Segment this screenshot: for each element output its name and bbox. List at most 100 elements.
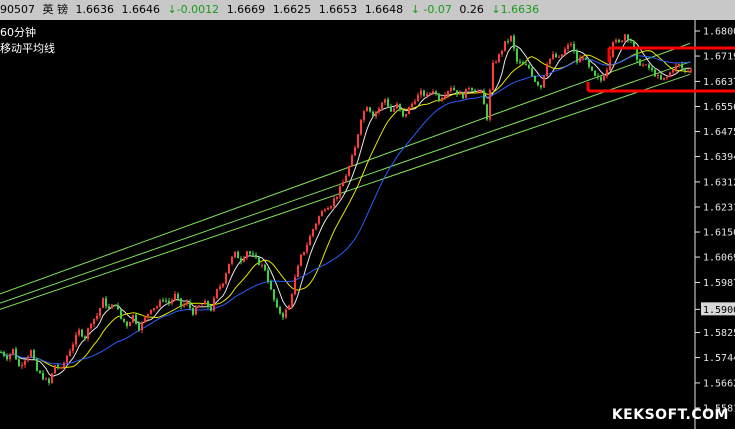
candle-body <box>39 370 41 373</box>
candle-body <box>177 294 179 299</box>
candle-body <box>30 350 32 357</box>
candle-body <box>288 305 290 310</box>
y-tick-label: 1.5900 <box>703 305 735 316</box>
candle-body <box>678 64 680 66</box>
y-tick-label: 1.5825 <box>703 328 735 339</box>
candle-body <box>171 299 173 304</box>
price-chart[interactable]: 1.6800 1.6719 1.6637 1.6556 1.6475 1.6394 1.63… <box>0 0 735 429</box>
y-tick-label: 1.6719 <box>703 52 735 63</box>
candle-body <box>261 264 263 266</box>
candle-body <box>390 106 392 112</box>
candle-body <box>210 306 212 311</box>
candle-body <box>213 298 215 311</box>
candle-body <box>507 41 509 43</box>
candle-body <box>582 57 584 59</box>
candle-body <box>618 39 620 43</box>
candle-body <box>459 92 461 95</box>
candle-body <box>396 103 398 109</box>
candle-body <box>321 211 323 217</box>
candle-body <box>48 378 50 384</box>
candle-body <box>144 317 146 323</box>
candle-body <box>9 353 11 360</box>
candle-body <box>660 75 662 80</box>
candle-body <box>588 59 590 67</box>
candle-body <box>666 76 668 78</box>
candle-body <box>423 90 425 96</box>
candle-body <box>486 104 488 120</box>
candle-body <box>672 69 674 73</box>
candle-body <box>180 298 182 307</box>
candle-body <box>408 107 410 115</box>
candle-body <box>348 166 350 176</box>
candle-body <box>312 229 314 237</box>
candle-body <box>405 114 407 117</box>
y-tick-label: 1.6394 <box>703 152 735 163</box>
candle-body <box>141 322 143 331</box>
candle-body <box>498 54 500 62</box>
candle-body <box>597 75 599 78</box>
candle-body <box>648 64 650 69</box>
candle-body <box>429 93 431 95</box>
candle-body <box>360 119 362 135</box>
candle-body <box>402 110 404 117</box>
candle-body <box>513 35 515 49</box>
candle-body <box>336 196 338 199</box>
candle-body <box>318 216 320 224</box>
candle-body <box>531 68 533 77</box>
period-label: 60分钟 <box>0 26 36 39</box>
candle-body <box>300 254 302 266</box>
candle-body <box>165 300 167 302</box>
candle-body <box>81 329 83 337</box>
candle-body <box>21 364 23 367</box>
candle-body <box>393 108 395 112</box>
candle-body <box>522 62 524 65</box>
candle-body <box>420 90 422 95</box>
candle-body <box>303 251 305 255</box>
candle-body <box>456 90 458 95</box>
candle-body <box>501 50 503 55</box>
candle-body <box>243 257 245 262</box>
candle-body <box>450 87 452 92</box>
candle-body <box>120 309 122 319</box>
candle-body <box>15 348 17 360</box>
candle-body <box>351 155 353 167</box>
candle-body <box>51 373 53 384</box>
candle-body <box>168 300 170 304</box>
candle-body <box>684 68 686 71</box>
candle-body <box>273 289 275 300</box>
candle-body <box>0 352 2 354</box>
candle-body <box>528 65 530 69</box>
candle-body <box>306 245 308 252</box>
candle-body <box>537 81 539 86</box>
candle-body <box>510 35 512 42</box>
candle-body <box>123 318 125 322</box>
y-tick-label: 1.5744 <box>703 353 735 364</box>
candle-body <box>156 306 158 308</box>
candle-body <box>444 95 446 98</box>
candle-body <box>654 69 656 77</box>
candle-body <box>198 305 200 307</box>
candle-body <box>354 147 356 156</box>
candle-body <box>207 300 209 307</box>
candle-body <box>642 64 644 66</box>
candle-body <box>345 175 347 183</box>
candle-body <box>36 358 38 371</box>
candle-body <box>525 64 527 66</box>
candle-body <box>591 66 593 71</box>
y-axis: 1.6800 1.6719 1.6637 1.6556 1.6475 1.6394 1.63… <box>695 27 735 415</box>
candle-body <box>276 299 278 308</box>
candle-body <box>192 308 194 315</box>
candle-body <box>669 72 671 77</box>
candle-body <box>132 314 134 322</box>
watermark: KEKSOFT.COM <box>611 407 729 423</box>
candle-body <box>270 281 272 290</box>
candle-body <box>327 208 329 210</box>
candle-body <box>195 306 197 315</box>
candle-body <box>285 309 287 318</box>
candle-body <box>492 62 494 91</box>
candle-body <box>330 206 332 209</box>
candle-body <box>474 90 476 92</box>
candle-body <box>315 223 317 230</box>
candle-body <box>495 61 497 63</box>
candle-body <box>432 91 434 94</box>
